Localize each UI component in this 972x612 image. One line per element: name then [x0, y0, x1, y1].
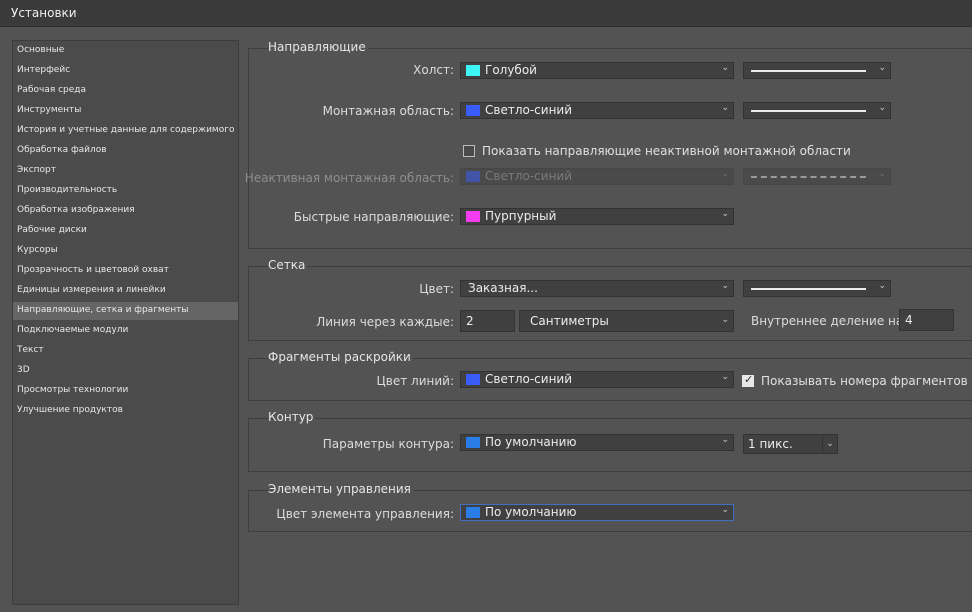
solid-line-icon — [751, 70, 866, 72]
path-options-swatch — [466, 437, 480, 448]
sidebar-item-product-improvement[interactable]: Улучшение продуктов — [13, 402, 238, 420]
path-options-label: Параметры контура: — [322, 437, 454, 451]
chevron-down-icon: ⌄ — [878, 103, 886, 113]
sidebar-item-type[interactable]: Текст — [13, 342, 238, 360]
grid-units-value: Сантиметры — [530, 314, 609, 328]
sidebar-item-scratch-disks[interactable]: Рабочие диски — [13, 222, 238, 240]
canvas-label: Холст: — [413, 63, 454, 77]
grid-color-label: Цвет: — [419, 282, 454, 296]
smart-guides-color-select[interactable]: Пурпурный ⌄ — [460, 208, 734, 225]
smart-guides-label: Быстрые направляющие: — [293, 210, 454, 224]
chevron-down-icon: ⌄ — [721, 281, 729, 291]
control-color-swatch — [466, 507, 480, 518]
artboard-color-swatch — [466, 105, 480, 116]
artboard-color-select[interactable]: Светло-синий ⌄ — [460, 102, 734, 119]
chevron-down-icon: ⌄ — [878, 281, 886, 291]
subdivisions-input[interactable]: 4 — [899, 309, 954, 331]
sidebar-item-guides[interactable]: Направляющие, сетка и фрагменты — [13, 302, 238, 320]
canvas-color-value: Голубой — [485, 63, 537, 77]
chevron-down-icon: ⌄ — [878, 169, 886, 179]
sidebar-item-cursors[interactable]: Курсоры — [13, 242, 238, 260]
subdivisions-label: Внутреннее деление на: — [751, 314, 908, 328]
show-slice-numbers-checkbox[interactable]: ✓ — [742, 373, 754, 387]
grid-units-select[interactable]: Сантиметры ⌄ — [519, 310, 734, 332]
path-width-dropdown[interactable]: ⌄ — [822, 434, 838, 454]
canvas-color-swatch — [466, 65, 480, 76]
title-bar: Установки — [0, 0, 972, 27]
sidebar-item-units[interactable]: Единицы измерения и линейки — [13, 282, 238, 300]
chevron-down-icon: ⌄ — [721, 505, 729, 515]
path-options-select[interactable]: По умолчанию ⌄ — [460, 434, 734, 451]
preferences-sidebar: Основные Интерфейс Рабочая среда Инструм… — [12, 40, 239, 605]
sidebar-item-3d[interactable]: 3D — [13, 362, 238, 380]
slice-line-color-value: Светло-синий — [485, 372, 573, 386]
sidebar-item-history[interactable]: История и учетные данные для содержимого — [13, 122, 238, 140]
control-color-value: По умолчанию — [485, 505, 577, 519]
sidebar-item-export[interactable]: Экспорт — [13, 162, 238, 180]
gridline-every-input[interactable]: 2 — [460, 310, 515, 332]
dashed-line-icon — [751, 176, 866, 178]
inactive-artboard-color-value: Светло-синий — [485, 169, 573, 183]
canvas-color-select[interactable]: Голубой ⌄ — [460, 62, 734, 79]
inactive-artboard-color-select: Светло-синий ⌄ — [460, 168, 734, 185]
grid-color-select[interactable]: Заказная... ⌄ — [460, 280, 734, 297]
control-color-select[interactable]: По умолчанию ⌄ — [460, 504, 734, 521]
chevron-down-icon: ⌄ — [826, 439, 834, 449]
slices-group-title: Фрагменты раскройки — [268, 350, 413, 364]
smart-guides-swatch — [466, 211, 480, 222]
artboard-style-select[interactable]: ⌄ — [743, 102, 891, 119]
slice-line-color-select[interactable]: Светло-синий ⌄ — [460, 371, 734, 388]
sidebar-item-transparency[interactable]: Прозрачность и цветовой охват — [13, 262, 238, 280]
sidebar-item-plugins[interactable]: Подключаемые модули — [13, 322, 238, 340]
sidebar-item-general[interactable]: Основные — [13, 42, 238, 60]
artboard-label: Монтажная область: — [322, 104, 454, 118]
chevron-down-icon: ⌄ — [721, 209, 729, 219]
grid-style-select[interactable]: ⌄ — [743, 280, 891, 297]
sidebar-item-image-processing[interactable]: Обработка изображения — [13, 202, 238, 220]
path-group-title: Контур — [268, 410, 316, 424]
solid-line-icon — [751, 110, 866, 112]
inactive-artboard-label: Неактивная монтажная область: — [244, 171, 454, 185]
path-width-input[interactable]: 1 пикс. — [743, 434, 823, 454]
chevron-down-icon: ⌄ — [721, 169, 729, 179]
gridline-every-label: Линия через каждые: — [316, 315, 454, 329]
artboard-color-value: Светло-синий — [485, 103, 573, 117]
controls-group-title: Элементы управления — [268, 482, 413, 496]
sidebar-item-tools[interactable]: Инструменты — [13, 102, 238, 120]
checkmark-icon: ✓ — [744, 373, 754, 386]
grid-group-title: Сетка — [268, 258, 308, 272]
canvas-style-select[interactable]: ⌄ — [743, 62, 891, 79]
sidebar-item-workspace[interactable]: Рабочая среда — [13, 82, 238, 100]
inactive-artboard-style-select: ⌄ — [743, 168, 891, 185]
slice-line-swatch — [466, 374, 480, 385]
chevron-down-icon: ⌄ — [721, 103, 729, 113]
slice-line-color-label: Цвет линий: — [376, 374, 454, 388]
chevron-down-icon: ⌄ — [721, 372, 729, 382]
show-inactive-guides-label: Показать направляющие неактивной монтажн… — [482, 144, 851, 158]
show-slice-numbers-label: Показывать номера фрагментов — [761, 374, 968, 388]
chevron-down-icon: ⌄ — [878, 63, 886, 73]
path-options-value: По умолчанию — [485, 435, 577, 449]
chevron-down-icon: ⌄ — [721, 315, 729, 325]
inactive-artboard-swatch — [466, 171, 480, 182]
smart-guides-color-value: Пурпурный — [485, 209, 557, 223]
solid-line-icon — [751, 288, 866, 290]
sidebar-item-interface[interactable]: Интерфейс — [13, 62, 238, 80]
guides-group-title: Направляющие — [268, 40, 368, 54]
sidebar-item-file-handling[interactable]: Обработка файлов — [13, 142, 238, 160]
chevron-down-icon: ⌄ — [721, 63, 729, 73]
grid-color-value: Заказная... — [468, 281, 538, 295]
show-inactive-guides-checkbox[interactable] — [463, 145, 475, 157]
control-color-label: Цвет элемента управления: — [276, 507, 454, 521]
sidebar-item-tech-previews[interactable]: Просмотры технологии — [13, 382, 238, 400]
window-title: Установки — [11, 6, 77, 20]
chevron-down-icon: ⌄ — [721, 435, 729, 445]
sidebar-item-performance[interactable]: Производительность — [13, 182, 238, 200]
